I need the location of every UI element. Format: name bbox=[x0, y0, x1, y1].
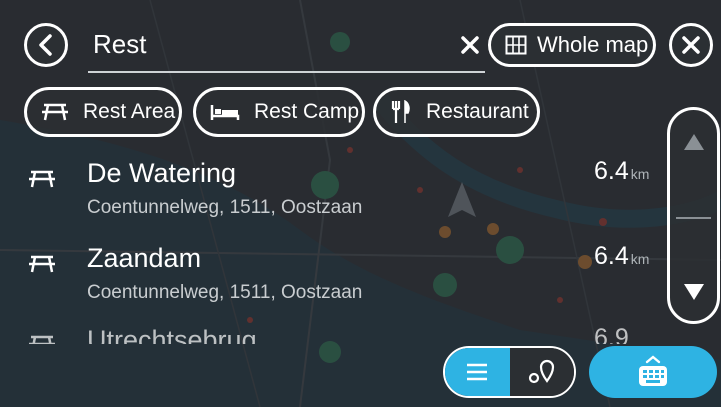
search-input[interactable]: Rest bbox=[93, 26, 146, 62]
close-icon bbox=[682, 36, 700, 54]
result-distance: 6.9 bbox=[594, 324, 629, 344]
result-title: Utrechtsebrug bbox=[87, 325, 257, 344]
scroll-down-button[interactable] bbox=[682, 282, 706, 302]
result-item-partial[interactable]: Utrechtsebrug 6.9 bbox=[0, 322, 660, 344]
result-item[interactable]: Zaandam Coentunnelweg, 1511, Oostzaan 6.… bbox=[0, 240, 660, 310]
location-pin-icon bbox=[528, 359, 554, 384]
picnic-table-icon bbox=[29, 170, 55, 188]
view-toggle bbox=[443, 346, 576, 398]
keyboard-button[interactable] bbox=[589, 346, 717, 398]
picnic-table-icon bbox=[29, 255, 55, 273]
bed-icon bbox=[210, 105, 240, 120]
search-underline bbox=[88, 71, 485, 73]
result-item[interactable]: De Watering Coentunnelweg, 1511, Oostzaa… bbox=[0, 155, 660, 225]
result-title: Zaandam bbox=[87, 243, 202, 273]
list-icon bbox=[467, 363, 488, 381]
category-chip-rest-camp[interactable]: Rest Camp bbox=[193, 87, 365, 137]
chevron-left-icon bbox=[39, 34, 52, 56]
navigation-search-screen: Rest Whole map Rest Area Rest Camp Resta… bbox=[0, 0, 721, 407]
result-title: De Watering bbox=[87, 158, 237, 188]
category-chip-rest-area[interactable]: Rest Area bbox=[24, 87, 182, 137]
picnic-table-icon bbox=[42, 103, 68, 121]
map-view-button[interactable] bbox=[509, 348, 574, 396]
scroll-up-button[interactable] bbox=[682, 132, 706, 152]
result-distance: 6.4 km bbox=[594, 157, 650, 185]
scroller-divider bbox=[676, 217, 711, 219]
list-view-button[interactable] bbox=[445, 348, 510, 396]
result-address: Coentunnelweg, 1511, Oostzaan bbox=[87, 282, 363, 303]
result-address: Coentunnelweg, 1511, Oostzaan bbox=[87, 197, 363, 218]
keyboard-icon bbox=[639, 355, 667, 386]
fork-knife-icon bbox=[391, 100, 410, 123]
close-button[interactable] bbox=[669, 23, 713, 67]
category-label: Restaurant bbox=[426, 100, 529, 123]
whole-map-button[interactable]: Whole map bbox=[488, 23, 656, 67]
picnic-table-icon bbox=[29, 335, 55, 344]
category-label: Rest Camp bbox=[254, 100, 360, 123]
category-chip-restaurant[interactable]: Restaurant bbox=[373, 87, 540, 137]
list-scroller bbox=[667, 107, 720, 324]
clear-search-button[interactable] bbox=[455, 30, 485, 60]
close-icon bbox=[461, 36, 479, 54]
category-label: Rest Area bbox=[83, 100, 176, 123]
back-button[interactable] bbox=[24, 23, 68, 67]
result-distance: 6.4 km bbox=[594, 242, 650, 270]
whole-map-label: Whole map bbox=[537, 32, 649, 57]
map-icon bbox=[505, 35, 527, 55]
